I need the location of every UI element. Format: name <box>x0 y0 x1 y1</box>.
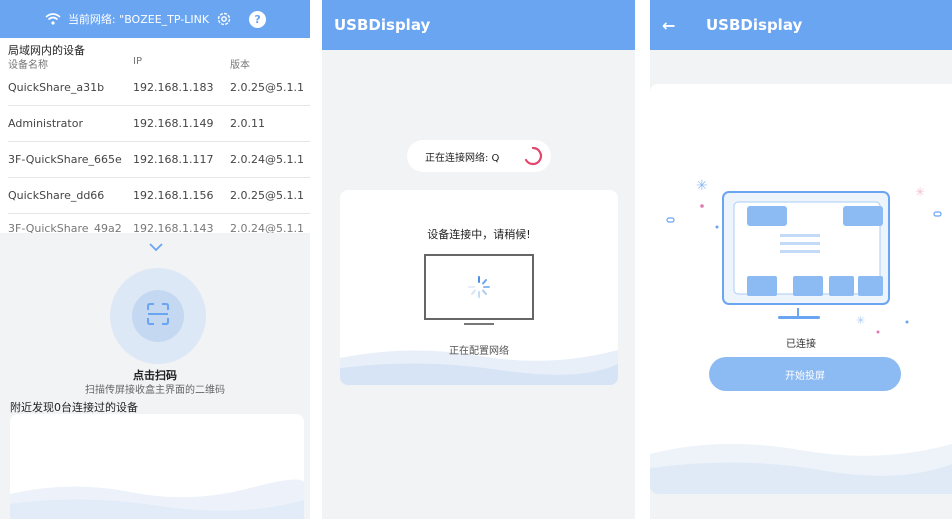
help-icon[interactable]: ? <box>249 10 267 28</box>
app-title: USBDisplay <box>334 16 431 34</box>
back-arrow-icon[interactable]: ← <box>662 16 680 35</box>
device-list-screen: 当前网络: "BOZEE_TP-LINK ? 局域网内的设备 设备名称 IP 版… <box>0 0 310 519</box>
device-row[interactable]: 3F-QuickShare_49a2 192.168.1.143 2.0.24@… <box>0 220 310 234</box>
monitor-stand <box>464 323 494 325</box>
column-device-name: 设备名称 <box>8 60 48 71</box>
scan-button[interactable] <box>132 290 184 342</box>
nearby-devices-list <box>10 414 304 519</box>
device-row[interactable]: 3F-QuickShare_665e 192.168.1.117 2.0.24@… <box>0 142 310 178</box>
nearby-devices-label: 附近发现0台连接过的设备 <box>10 401 138 414</box>
device-version: 2.0.11 <box>230 117 265 130</box>
device-name: QuickShare_a31b <box>8 81 105 94</box>
column-ip: IP <box>133 56 142 67</box>
network-connecting-pill: 正在连接网络: Q <box>407 140 551 172</box>
device-row[interactable]: Administrator 192.168.1.149 2.0.11 <box>0 106 310 142</box>
svg-text:✳: ✳ <box>915 185 925 199</box>
device-row[interactable]: QuickShare_dd66 192.168.1.156 2.0.25@5.1… <box>0 178 310 214</box>
chevron-down-icon[interactable] <box>148 238 164 252</box>
connection-card: 设备连接中，请稍候! 正在配置网络 <box>340 190 618 385</box>
device-row[interactable]: QuickShare_a31b 192.168.1.183 2.0.25@5.1… <box>0 70 310 106</box>
gear-icon[interactable] <box>215 10 233 28</box>
column-version: 版本 <box>230 60 250 71</box>
connected-card: ✳ ✳ ✳ 已连接 开始投屏 <box>650 84 952 494</box>
device-ip: 192.168.1.156 <box>133 189 214 202</box>
network-status-bar: 当前网络: "BOZEE_TP-LINK ? <box>0 0 310 38</box>
configuring-network-status: 正在配置网络 <box>449 346 509 357</box>
svg-text:✳: ✳ <box>856 314 865 327</box>
loading-spinner-icon <box>468 276 490 298</box>
app-title: USBDisplay <box>706 16 803 34</box>
app-bar: ← USBDisplay <box>650 0 952 50</box>
connected-screen-illustration: ✳ ✳ ✳ <box>650 178 952 494</box>
connecting-title: 设备连接中，请稍候! <box>427 228 531 241</box>
scan-description: 扫描传屏接收盒主界面的二维码 <box>85 385 225 396</box>
svg-text:✳: ✳ <box>696 178 708 194</box>
app-bar: USBDisplay <box>322 0 635 50</box>
device-name: QuickShare_dd66 <box>8 189 105 202</box>
monitor-icon <box>424 254 534 320</box>
connected-screen: ← USBDisplay ✳ ✳ ✳ 已连接 开始投屏 <box>650 0 952 519</box>
wifi-icon <box>44 10 62 28</box>
device-ip: 192.168.1.117 <box>133 153 214 166</box>
connecting-network-label: 正在连接网络: Q <box>425 152 500 164</box>
scan-qr-icon <box>145 301 171 331</box>
start-casting-button[interactable]: 开始投屏 <box>709 357 901 391</box>
device-name: 3F-QuickShare_665e <box>8 153 122 166</box>
device-name: Administrator <box>8 117 83 130</box>
spinner-icon <box>523 146 543 169</box>
device-version: 2.0.25@5.1.1 <box>230 81 304 94</box>
device-ip: 192.168.1.149 <box>133 117 214 130</box>
device-version: 2.0.24@5.1.1 <box>230 153 304 166</box>
current-network-label: 当前网络: "BOZEE_TP-LINK <box>67 13 210 26</box>
device-ip: 192.168.1.183 <box>133 81 214 94</box>
wave-decoration <box>10 479 304 519</box>
device-version: 2.0.25@5.1.1 <box>230 189 304 202</box>
connecting-screen: USBDisplay 正在连接网络: Q 设备连接中，请稍候! 正在配置网络 <box>322 0 635 519</box>
connected-status: 已连接 <box>786 339 816 350</box>
